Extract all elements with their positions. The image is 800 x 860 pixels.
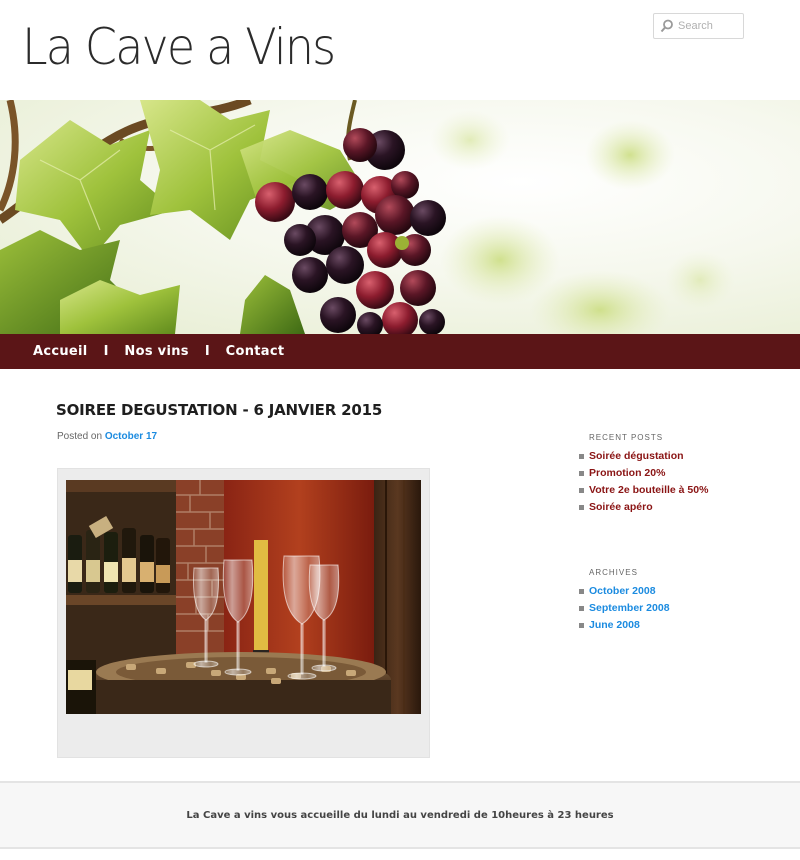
bullet-icon: [579, 589, 584, 594]
list-item: Promotion 20%: [579, 465, 708, 482]
list-item: Soirée dégustation: [579, 448, 708, 465]
bullet-icon: [579, 505, 584, 510]
recent-post-link[interactable]: Votre 2e bouteille à 50%: [589, 482, 708, 499]
recent-post-link[interactable]: Soirée apéro: [589, 499, 653, 516]
list-item: October 2008: [579, 583, 670, 600]
site-footer: La Cave a vins vous accueille du lundi a…: [0, 781, 800, 849]
list-item: September 2008: [579, 600, 670, 617]
post-image-wine-glasses[interactable]: [66, 480, 421, 714]
bullet-icon: [579, 454, 584, 459]
nav-separator: I: [204, 344, 210, 359]
site-title[interactable]: La Cave a Vins: [22, 18, 336, 76]
archive-link[interactable]: June 2008: [589, 617, 640, 634]
archive-link[interactable]: October 2008: [589, 583, 656, 600]
recent-posts-title: RECENT POSTS: [589, 433, 664, 442]
search-input[interactable]: [678, 20, 744, 32]
bullet-icon: [579, 471, 584, 476]
main-navigation: Accueil I Nos vins I Contact: [0, 334, 800, 369]
recent-post-link[interactable]: Promotion 20%: [589, 465, 665, 482]
search-icon: [660, 19, 674, 33]
post-meta: Posted on October 17: [57, 431, 157, 442]
recent-post-link[interactable]: Soirée dégustation: [589, 448, 684, 465]
nav-item-contact[interactable]: Contact: [226, 344, 285, 359]
list-item: June 2008: [579, 617, 670, 634]
bullet-icon: [579, 623, 584, 628]
search-box[interactable]: [653, 13, 744, 39]
list-item: Soirée apéro: [579, 499, 708, 516]
bullet-icon: [579, 488, 584, 493]
nav-separator: I: [103, 344, 109, 359]
post-date-link[interactable]: October 17: [105, 431, 157, 442]
archives-title: ARCHIVES: [589, 568, 638, 577]
header-banner-image: [0, 100, 800, 334]
list-item: Votre 2e bouteille à 50%: [579, 482, 708, 499]
archives-list: October 2008 September 2008 June 2008: [579, 583, 670, 634]
bullet-icon: [579, 606, 584, 611]
archive-link[interactable]: September 2008: [589, 600, 670, 617]
footer-text: La Cave a vins vous accueille du lundi a…: [186, 810, 614, 821]
nav-item-nos-vins[interactable]: Nos vins: [124, 344, 188, 359]
nav-item-accueil[interactable]: Accueil: [33, 344, 88, 359]
post-image-frame: [57, 468, 430, 758]
recent-posts-list: Soirée dégustation Promotion 20% Votre 2…: [579, 448, 708, 516]
post-title[interactable]: SOIREE DEGUSTATION - 6 JANVIER 2015: [56, 401, 382, 419]
posted-on-label: Posted on: [57, 431, 103, 442]
